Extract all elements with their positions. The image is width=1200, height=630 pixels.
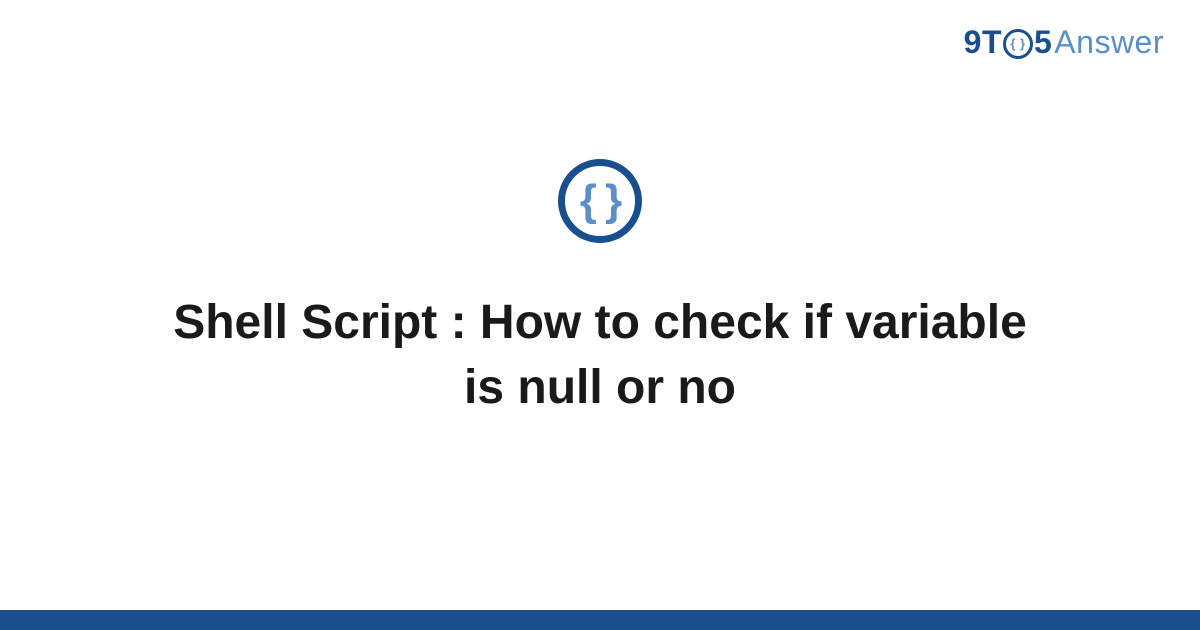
code-braces-icon: { }: [580, 179, 620, 223]
main-content: { } Shell Script : How to check if varia…: [0, 0, 1200, 610]
footer-bar: [0, 610, 1200, 630]
category-icon: { }: [558, 159, 642, 243]
page-title: Shell Script : How to check if variable …: [150, 291, 1050, 421]
